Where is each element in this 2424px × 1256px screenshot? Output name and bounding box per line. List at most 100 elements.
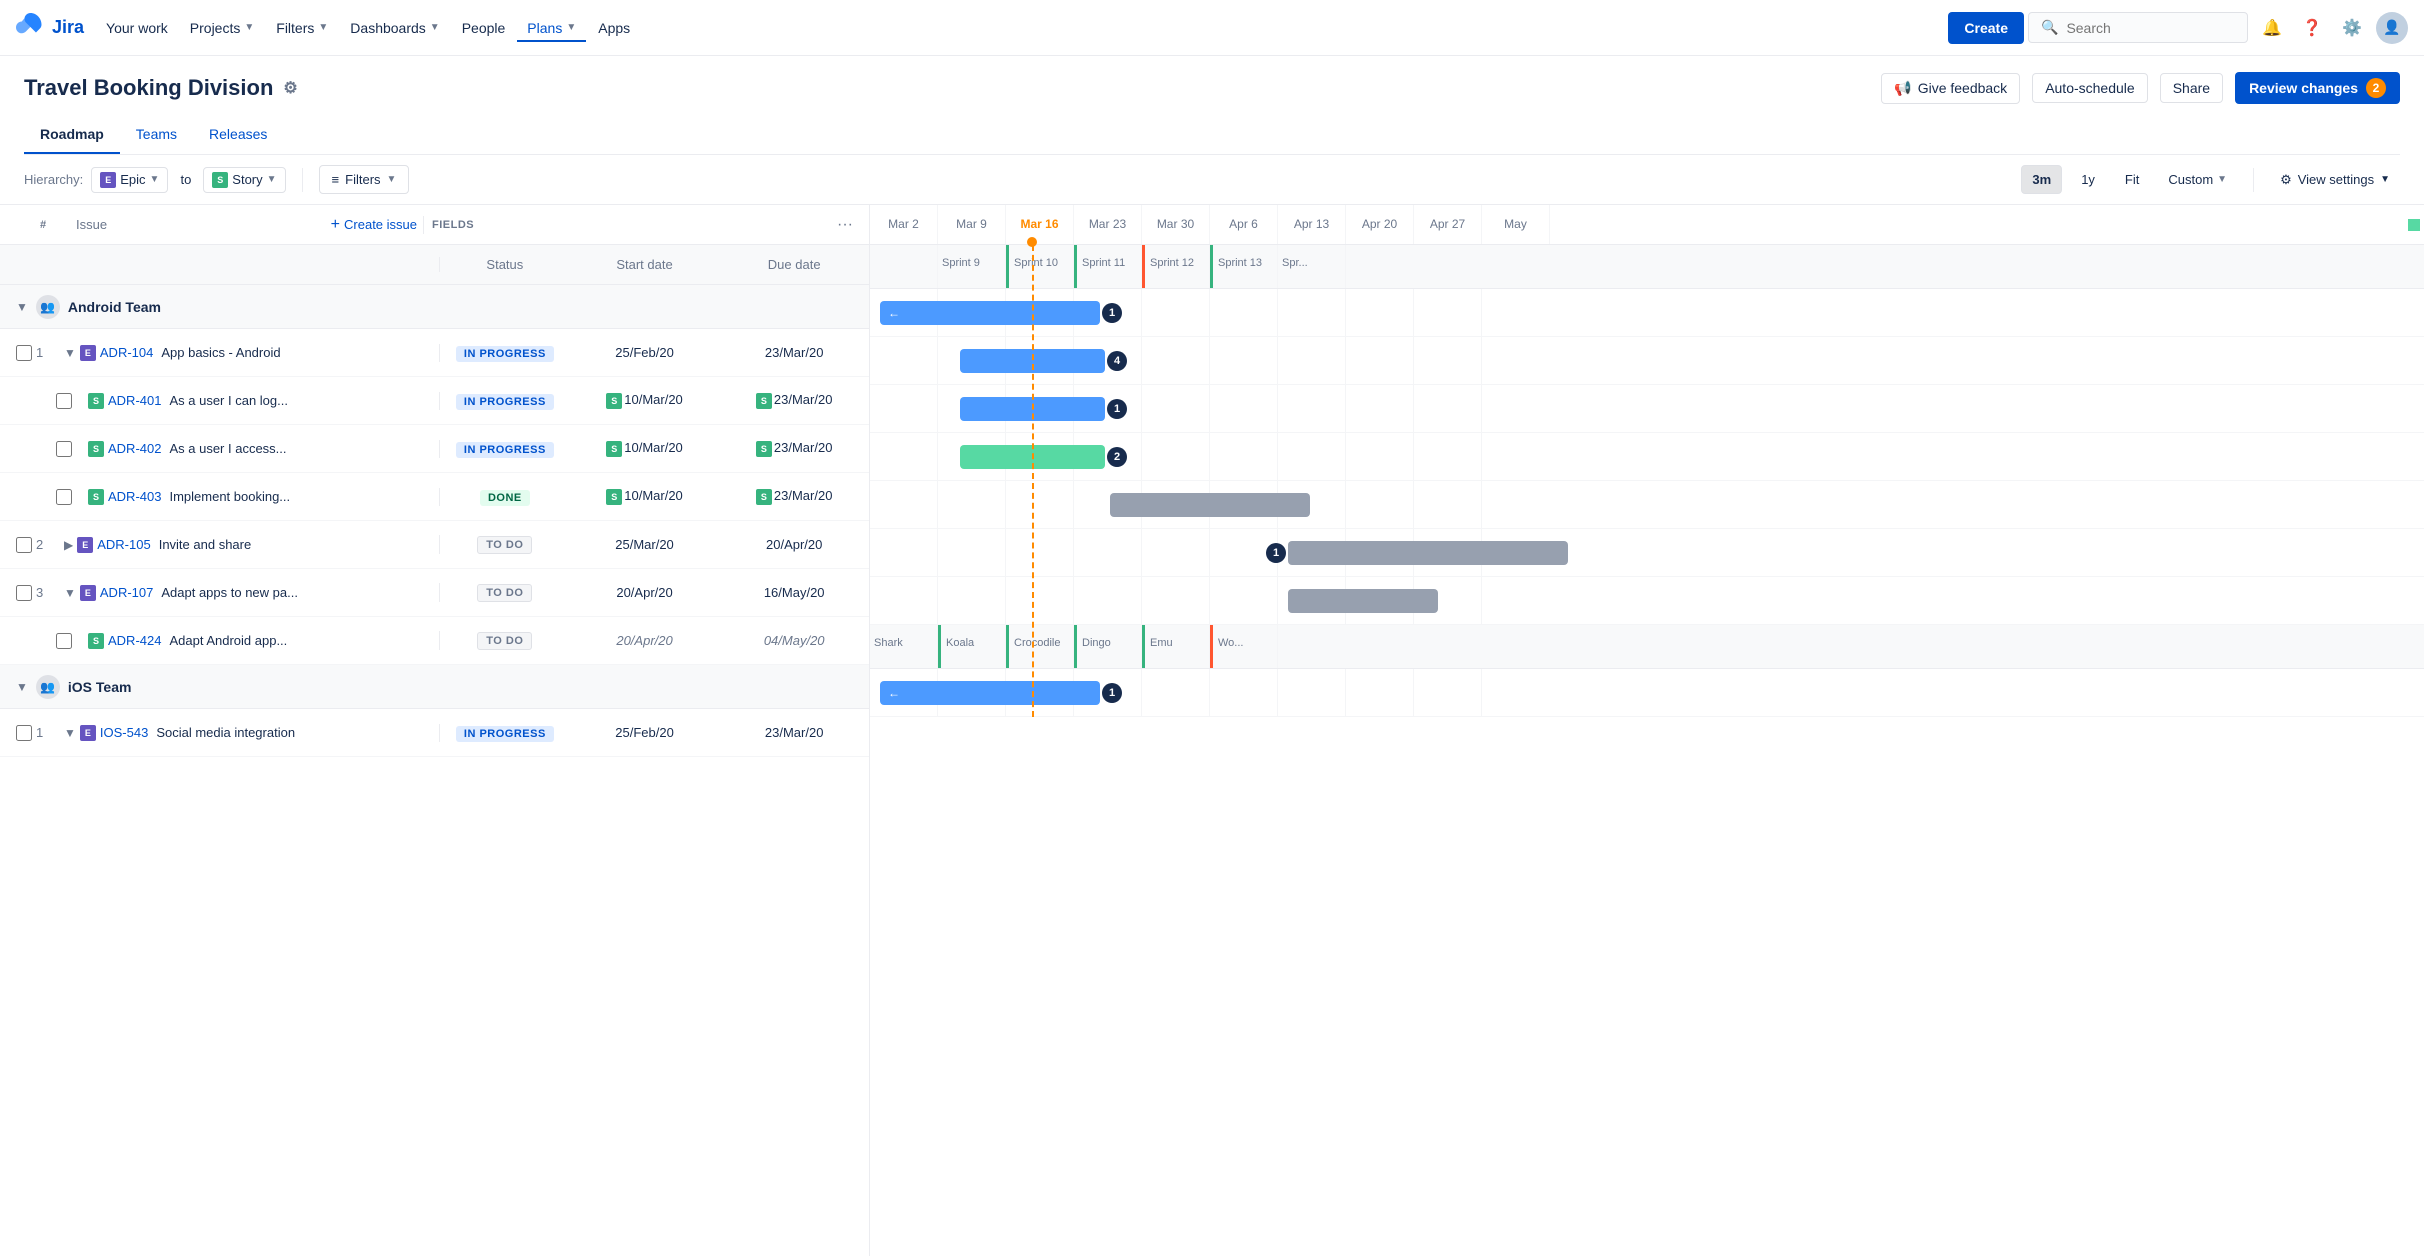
gantt-row-adr424 xyxy=(870,577,2424,625)
epic-selector[interactable]: E Epic ▼ xyxy=(91,167,168,193)
settings-gear-icon[interactable]: ⚙ xyxy=(283,78,297,98)
row-checkbox-adr104[interactable] xyxy=(16,345,32,361)
adr403-link[interactable]: ADR-403 xyxy=(108,489,161,504)
nav-dashboards[interactable]: Dashboards▼ xyxy=(340,14,449,42)
android-team-collapse-icon[interactable]: ▼ xyxy=(16,300,28,314)
logo[interactable]: Jira xyxy=(16,13,84,43)
fields-more-icon[interactable]: ··· xyxy=(837,216,853,234)
gantt-date-mar23: Mar 23 xyxy=(1074,205,1142,244)
time-fit-button[interactable]: Fit xyxy=(2114,165,2150,194)
gantt-body: Sprint 9 Sprint 10 Sprint 11 Sprint 12 xyxy=(870,245,2424,717)
user-avatar[interactable]: 👤 xyxy=(2376,12,2408,44)
emu-label: Emu xyxy=(1150,637,1173,649)
row-checkbox-adr424[interactable] xyxy=(56,633,72,649)
adr424-title: Adapt Android app... xyxy=(169,633,287,648)
time-custom-button[interactable]: Custom ▼ xyxy=(2158,166,2237,193)
nav-your-work[interactable]: Your work xyxy=(96,14,178,42)
left-panel: # Issue + Create issue FIELDS ··· Status… xyxy=(0,205,870,1256)
adr104-bar[interactable]: ← 1 xyxy=(880,301,1100,325)
scope-label: # xyxy=(40,219,68,231)
adr104-expand-icon[interactable]: ▼ xyxy=(64,346,76,360)
nav-apps[interactable]: Apps xyxy=(588,14,640,42)
gantt-date-apr6: Apr 6 xyxy=(1210,205,1278,244)
nav-filters[interactable]: Filters▼ xyxy=(266,14,338,42)
table-row: 1 ▼ E ADR-104 App basics - Android IN PR… xyxy=(0,329,869,377)
ios-team-icon: 👥 xyxy=(36,675,60,699)
adr424-start: 20/Apr/20 xyxy=(570,633,720,648)
adr402-link[interactable]: ADR-402 xyxy=(108,441,161,456)
tab-releases[interactable]: Releases xyxy=(193,116,283,154)
adr105-link[interactable]: ADR-105 xyxy=(97,537,150,552)
table-row: 1 ▼ E IOS-543 Social media integration I… xyxy=(0,709,869,757)
ios543-expand-icon[interactable]: ▼ xyxy=(64,726,76,740)
review-changes-button[interactable]: Review changes 2 xyxy=(2235,72,2400,104)
settings-button[interactable]: ⚙️ xyxy=(2336,12,2368,44)
create-button[interactable]: Create xyxy=(1948,12,2024,44)
nav-people[interactable]: People xyxy=(452,14,516,42)
row-checkbox-adr107[interactable] xyxy=(16,585,32,601)
row-checkbox-adr403[interactable] xyxy=(56,489,72,505)
sprint10-line xyxy=(1006,245,1009,288)
ios543-bar[interactable]: ← 1 xyxy=(880,681,1100,705)
gantt-row-adr402: 1 xyxy=(870,385,2424,433)
filters-button[interactable]: ≡ Filters ▼ xyxy=(319,165,410,194)
search-box[interactable]: 🔍 xyxy=(2028,12,2248,43)
ios-team-collapse-icon[interactable]: ▼ xyxy=(16,680,28,694)
projects-chevron-icon: ▼ xyxy=(244,22,254,33)
adr402-bar[interactable]: 1 xyxy=(960,397,1105,421)
ios-team-name: iOS Team xyxy=(68,679,132,695)
ios-team-row: ▼ 👥 iOS Team xyxy=(0,665,869,709)
adr403-status: DONE xyxy=(480,490,530,506)
adr401-status: IN PROGRESS xyxy=(456,394,554,410)
tab-teams[interactable]: Teams xyxy=(120,116,193,154)
adr107-epic-icon: E xyxy=(80,585,96,601)
row-left-adr403: S ADR-403 Implement booking... xyxy=(0,481,439,513)
ios543-link[interactable]: IOS-543 xyxy=(100,725,148,740)
adr402-title: As a user I access... xyxy=(169,441,286,456)
review-badge: 2 xyxy=(2366,78,2386,98)
sprint13-line xyxy=(1210,245,1213,288)
adr401-story-icon: S xyxy=(88,393,104,409)
give-feedback-button[interactable]: 📢 Give feedback xyxy=(1881,73,2020,104)
adr107-expand-icon[interactable]: ▼ xyxy=(64,586,76,600)
row-checkbox-adr105[interactable] xyxy=(16,537,32,553)
tab-roadmap[interactable]: Roadmap xyxy=(24,116,120,154)
time-1y-button[interactable]: 1y xyxy=(2070,165,2106,194)
wo-line xyxy=(1210,625,1213,668)
adr107-bar[interactable]: 1 xyxy=(1288,541,1568,565)
adr105-bar[interactable] xyxy=(1110,493,1310,517)
view-settings-button[interactable]: ⚙ View settings ▼ xyxy=(2270,166,2400,194)
shark-label: Shark xyxy=(874,637,903,649)
sprint-next-label: Spr... xyxy=(1282,257,1308,269)
help-button[interactable]: ❓ xyxy=(2296,12,2328,44)
adr403-bar[interactable]: 2 xyxy=(960,445,1105,469)
search-input[interactable] xyxy=(2066,20,2235,36)
create-issue-button[interactable]: + Create issue xyxy=(325,214,423,236)
adr107-bar-count: 1 xyxy=(1266,543,1286,563)
story-selector[interactable]: S Story ▼ xyxy=(203,167,285,193)
adr401-bar[interactable]: 4 xyxy=(960,349,1105,373)
nav-projects[interactable]: Projects▼ xyxy=(180,14,264,42)
time-3m-button[interactable]: 3m xyxy=(2021,165,2062,194)
adr424-link[interactable]: ADR-424 xyxy=(108,633,161,648)
adr401-link[interactable]: ADR-401 xyxy=(108,393,161,408)
adr107-link[interactable]: ADR-107 xyxy=(100,585,153,600)
row-num-2: 2 xyxy=(36,537,60,552)
row-num-3: 3 xyxy=(36,585,60,600)
row-checkbox-adr402[interactable] xyxy=(56,441,72,457)
notifications-button[interactable]: 🔔 xyxy=(2256,12,2288,44)
gantt-panel: Mar 2 Mar 9 Mar 16 Mar 23 Mar 30 Apr 6 A… xyxy=(870,205,2424,1256)
sprint11-label: Sprint 11 xyxy=(1082,257,1125,269)
nav-plans[interactable]: Plans▼ xyxy=(517,14,586,42)
auto-schedule-button[interactable]: Auto-schedule xyxy=(2032,73,2148,103)
row-checkbox-adr401[interactable] xyxy=(56,393,72,409)
adr424-bar[interactable] xyxy=(1288,589,1438,613)
epic-label: Epic xyxy=(120,172,145,187)
adr105-expand-icon[interactable]: ▶ xyxy=(64,538,73,552)
share-button[interactable]: Share xyxy=(2160,73,2223,103)
story-icon: S xyxy=(212,172,228,188)
android-team-icon: 👥 xyxy=(36,295,60,319)
adr403-story-icon: S xyxy=(88,489,104,505)
adr104-link[interactable]: ADR-104 xyxy=(100,345,153,360)
row-checkbox-ios543[interactable] xyxy=(16,725,32,741)
